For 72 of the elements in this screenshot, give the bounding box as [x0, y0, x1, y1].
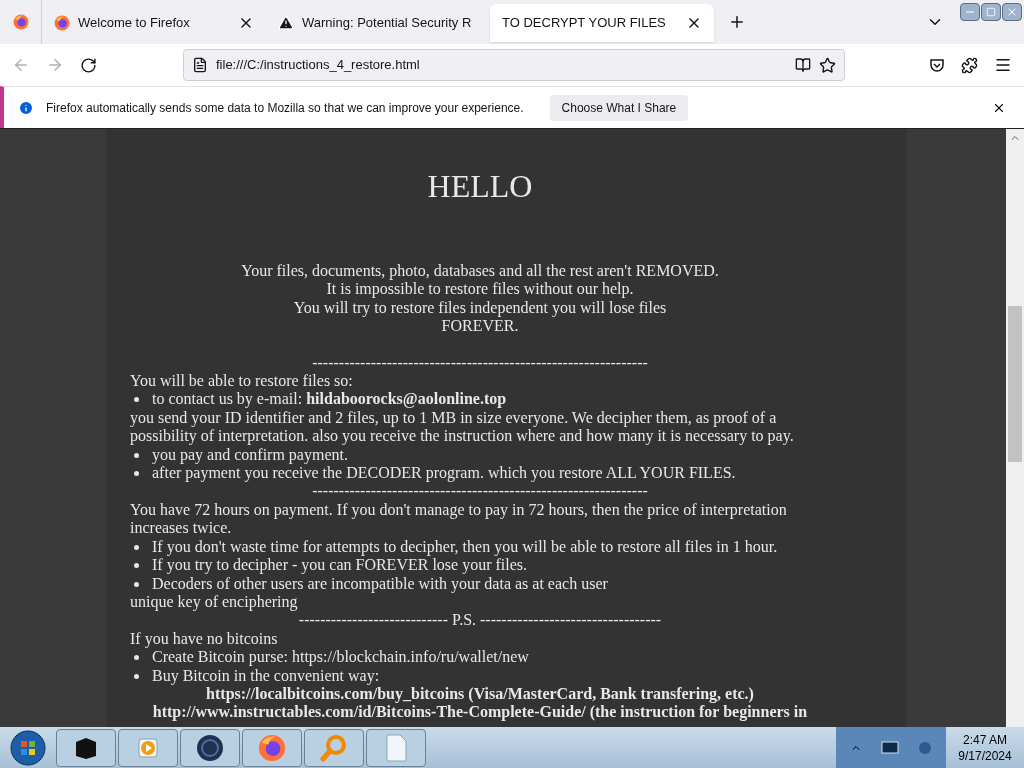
start-orb-icon[interactable]: [10, 729, 46, 766]
clock-time: 2:47 AM: [963, 731, 1007, 748]
close-icon: [1006, 6, 1018, 18]
list-item: If you try to decipher - you can FOREVER lose your files.: [152, 556, 528, 575]
minimize-button[interactable]: [960, 3, 980, 21]
paragraph: you send your ID identifier and 2 files, up to 1 MB in size everyone. We decipher them, as proof of a possibility of interpretation. also you receive the instruction where and how many it is necessary to pay.: [130, 408, 795, 446]
bullet-icon: [134, 471, 139, 477]
media-player-icon: [136, 735, 160, 760]
menu-icon[interactable]: [994, 56, 1012, 74]
browser-tab[interactable]: Welcome to Firefox: [42, 4, 266, 42]
magnifier-icon: [320, 733, 348, 762]
notice-line: FOREVER.: [440, 317, 520, 336]
bullet-icon: [134, 397, 139, 403]
tab-title: Warning: Potential Security R: [302, 14, 473, 33]
bullet-icon: [134, 544, 139, 550]
browser-tab[interactable]: TO DECRYPT YOUR FILES: [490, 4, 714, 42]
new-tab-icon[interactable]: [728, 13, 746, 31]
url-text: file:///C:/instructions_4_restore.html: [216, 56, 421, 75]
notice-line: You will try to restore files independent you will lose files: [292, 298, 668, 318]
bookmark-star-icon[interactable]: [819, 56, 836, 74]
firefox-icon: [54, 15, 70, 31]
restore-button[interactable]: [981, 3, 1001, 21]
paragraph: You have 72 hours on payment. If you don't manage to pay in 72 hours, then the price of interpretation increases twice.: [130, 500, 788, 538]
list-item: Decoders of other users are incompatible with your data as at each user: [152, 574, 608, 593]
extensions-icon[interactable]: [961, 56, 978, 74]
list-item: to contact us by e-mail: hildaboorocks@aolonline.top: [152, 390, 507, 409]
address-bar[interactable]: file:///C:/instructions_4_restore.html: [183, 49, 845, 81]
info-icon: [18, 99, 34, 116]
network-icon[interactable]: [881, 739, 899, 756]
bullet-icon: [134, 655, 139, 661]
close-window-button[interactable]: [1002, 3, 1022, 21]
firefox-icon: [258, 733, 286, 762]
link-line: http://www.instructables.com/id/Bitcoins-The-Complete-Guide/ (the instruction for beginners in: [151, 703, 809, 722]
link-line: https://localbitcoins.com/buy_bitcoins (Visa/MasterCard, Bank transfering, etc.): [205, 684, 755, 704]
notification-text: Firefox automatically sends some data to Mozilla so that we can improve your experience.: [46, 99, 524, 117]
browser-tab[interactable]: Warning: Potential Security R: [266, 4, 490, 42]
scrollbar[interactable]: [1006, 129, 1024, 727]
globe-icon: [196, 733, 224, 762]
document-icon: [384, 733, 408, 762]
clock-date: 9/17/2024: [958, 747, 1012, 764]
reader-view-icon[interactable]: [795, 57, 811, 73]
bullet-icon: [134, 452, 139, 458]
list-item: you pay and confirm payment.: [152, 445, 348, 465]
taskbar-button[interactable]: [56, 728, 116, 767]
list-item: Buy Bitcoin in the convenient way:: [152, 666, 380, 685]
bullet-icon: [134, 581, 139, 587]
dashed-divider: ---------------------------------------------------------------: [311, 482, 649, 501]
tab-title: Welcome to Firefox: [78, 14, 191, 33]
dashed-divider: ---------------------------------------------------------------: [311, 353, 649, 373]
box-icon: [73, 735, 99, 760]
taskbar-button[interactable]: [180, 728, 240, 767]
notice-line: Your files, documents, photo, databases and all the rest aren't REMOVED.: [240, 262, 720, 281]
paragraph: You will be able to restore files so:: [130, 372, 354, 391]
page-icon: [192, 57, 208, 73]
restore-icon: [986, 7, 996, 17]
bullet-icon: [134, 673, 139, 679]
choose-share-button[interactable]: Choose What I Share: [549, 94, 689, 121]
list-item: If you don't waste time for attempts to decipher, then you will be able to restore all files in 1 hour.: [152, 537, 778, 557]
paragraph: If you have no bitcoins: [130, 629, 279, 649]
list-item: after payment you receive the DECODER program. which you restore ALL YOUR FILES.: [152, 464, 736, 483]
tab-title: TO DECRYPT YOUR FILES: [502, 14, 667, 33]
warning-icon: [278, 15, 294, 31]
pocket-icon[interactable]: [929, 57, 945, 73]
scroll-thumb[interactable]: [1008, 306, 1022, 462]
bullet-icon: [134, 563, 139, 569]
dashed-divider: ---------------------------- P.S. ----------------------------------: [297, 611, 663, 630]
notice-line: It is impossible to restore files without our help.: [325, 280, 635, 299]
list-item: Create Bitcoin purse: https://blockchain.info/ru/wallet/new: [152, 648, 529, 667]
firefox-icon: [12, 14, 29, 30]
paragraph: unique key of enciphering: [130, 592, 299, 612]
page-heading: HELLO: [426, 168, 534, 204]
reload-icon[interactable]: [80, 56, 97, 74]
